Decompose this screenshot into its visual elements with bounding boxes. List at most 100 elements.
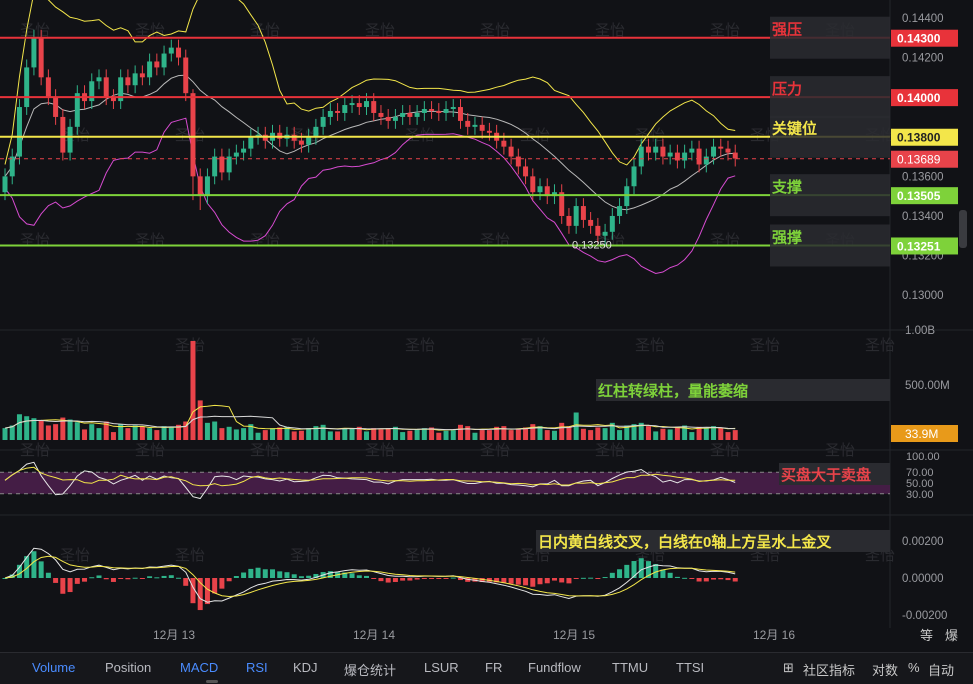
- tab-lsur[interactable]: LSUR: [424, 660, 459, 675]
- volume-axis-tick: 1.00B: [905, 325, 935, 337]
- volume-bar: [139, 426, 145, 440]
- candle-body: [588, 219, 594, 226]
- candle-body: [631, 166, 637, 187]
- candle-body: [450, 107, 456, 110]
- candle-body: [67, 126, 73, 153]
- candle-body: [241, 148, 247, 153]
- candle-body: [342, 105, 348, 113]
- volume-bar: [559, 422, 565, 440]
- tab-macd[interactable]: MACD: [180, 660, 218, 675]
- candle-body: [147, 61, 153, 78]
- macd-histogram-bar: [544, 578, 550, 584]
- macd-histogram-bar: [154, 577, 160, 579]
- tab-fr[interactable]: FR: [485, 660, 502, 675]
- grid-add-icon[interactable]: ⊞: [783, 660, 794, 676]
- candle-body: [660, 146, 666, 157]
- volume-bar: [588, 430, 594, 440]
- macd-histogram-bar: [226, 578, 232, 582]
- time-axis-tick: 12月 14: [353, 628, 395, 642]
- tab-liquidation-stats[interactable]: 爆仓统计: [344, 660, 396, 679]
- percent-scale-button[interactable]: %: [908, 660, 920, 675]
- candle-body: [472, 124, 478, 127]
- volume-bar: [732, 430, 738, 440]
- macd-histogram-bar: [515, 578, 521, 585]
- volume-bar: [154, 430, 160, 440]
- volume-bar: [349, 428, 355, 440]
- candle-body: [595, 225, 601, 236]
- macd-histogram-bar: [161, 575, 167, 578]
- low-price-marker: 0.13250: [572, 240, 612, 252]
- tab-ttmu[interactable]: TTMU: [612, 660, 648, 675]
- watermark-text: 圣怡: [365, 442, 395, 459]
- volume-bar: [400, 432, 406, 440]
- candle-body: [74, 93, 80, 127]
- candle-body: [689, 148, 695, 153]
- level-price-label: 0.14000: [897, 91, 941, 105]
- tab-rsi[interactable]: RSI: [246, 660, 268, 675]
- macd-histogram-bar: [356, 575, 362, 578]
- macd-histogram-bar: [450, 577, 456, 579]
- auto-scale-button[interactable]: 自动: [928, 660, 954, 679]
- macd-histogram-bar: [67, 578, 73, 593]
- macd-histogram-bar: [385, 578, 391, 583]
- candle-body: [371, 101, 377, 113]
- tab-fundflow[interactable]: Fundflow: [528, 660, 581, 675]
- volume-bar: [219, 428, 225, 440]
- macd-histogram-bar: [631, 561, 637, 578]
- volume-bar: [378, 429, 384, 440]
- volume-bar: [385, 428, 391, 440]
- candle-body: [320, 116, 326, 127]
- macd-histogram-bar: [689, 578, 695, 579]
- macd-histogram-bar: [725, 578, 731, 581]
- volume-bar: [508, 430, 514, 440]
- watermark-text: 圣怡: [135, 22, 165, 39]
- candle-body: [183, 57, 189, 94]
- macd-histogram-bar: [696, 578, 702, 582]
- volume-annotation: 红柱转绿柱，量能萎缩: [598, 382, 748, 400]
- macd-annotation: 日内黄白线交叉，白线在0轴上方呈水上金叉: [538, 533, 832, 551]
- time-axis-tick: 12月 15: [553, 628, 595, 642]
- macd-histogram-bar: [103, 578, 109, 580]
- candle-body: [653, 146, 659, 153]
- candle-body: [327, 110, 333, 117]
- volume-bar: [147, 428, 153, 440]
- candle-body: [682, 152, 688, 161]
- current-price-label: 0.13689: [897, 153, 941, 167]
- tab-ttsi[interactable]: TTSI: [676, 660, 704, 675]
- macd-histogram-bar: [407, 578, 413, 581]
- macd-histogram-bar: [132, 577, 138, 579]
- current-volume-label: 33.9M: [905, 427, 938, 441]
- candle-body: [31, 37, 37, 68]
- macd-histogram-bar: [118, 578, 124, 579]
- candle-body: [53, 97, 59, 117]
- macd-histogram-bar: [53, 578, 59, 583]
- candle-body: [60, 116, 66, 153]
- macd-histogram-bar: [392, 578, 398, 582]
- candle-body: [176, 47, 182, 58]
- candle-body: [703, 156, 709, 165]
- macd-histogram-bar: [378, 578, 384, 582]
- candle-body: [356, 103, 362, 108]
- log-scale-button[interactable]: 对数: [872, 660, 898, 679]
- tab-position[interactable]: Position: [105, 660, 151, 675]
- macd-histogram-bar: [609, 572, 615, 578]
- volume-bar: [9, 425, 15, 440]
- volume-bar: [523, 427, 529, 440]
- candle-body: [103, 77, 109, 98]
- watermark-text: 圣怡: [60, 547, 90, 564]
- macd-histogram-bar: [414, 578, 420, 580]
- chart-canvas[interactable]: 圣怡 圣怡 圣怡 圣怡 圣怡 圣怡 圣怡圣怡 圣怡 圣怡 圣怡 圣怡 圣怡 圣怡圣怡 圣怡 圣怡 圣怡 圣怡 圣怡…: [0, 0, 973, 652]
- macd-histogram-bar: [573, 578, 579, 579]
- volume-bar: [617, 430, 623, 440]
- macd-histogram-bar: [349, 573, 355, 578]
- macd-histogram-bar: [566, 578, 572, 584]
- volume-bar: [407, 430, 413, 440]
- candle-body: [154, 61, 160, 68]
- macd-histogram-bar: [674, 576, 680, 578]
- volume-bar: [450, 430, 456, 440]
- volume-bar: [479, 430, 485, 440]
- volume-bar: [298, 430, 304, 440]
- tab-kdj[interactable]: KDJ: [293, 660, 318, 675]
- community-indicators-button[interactable]: 社区指标: [803, 660, 855, 679]
- tab-volume[interactable]: Volume: [32, 660, 75, 675]
